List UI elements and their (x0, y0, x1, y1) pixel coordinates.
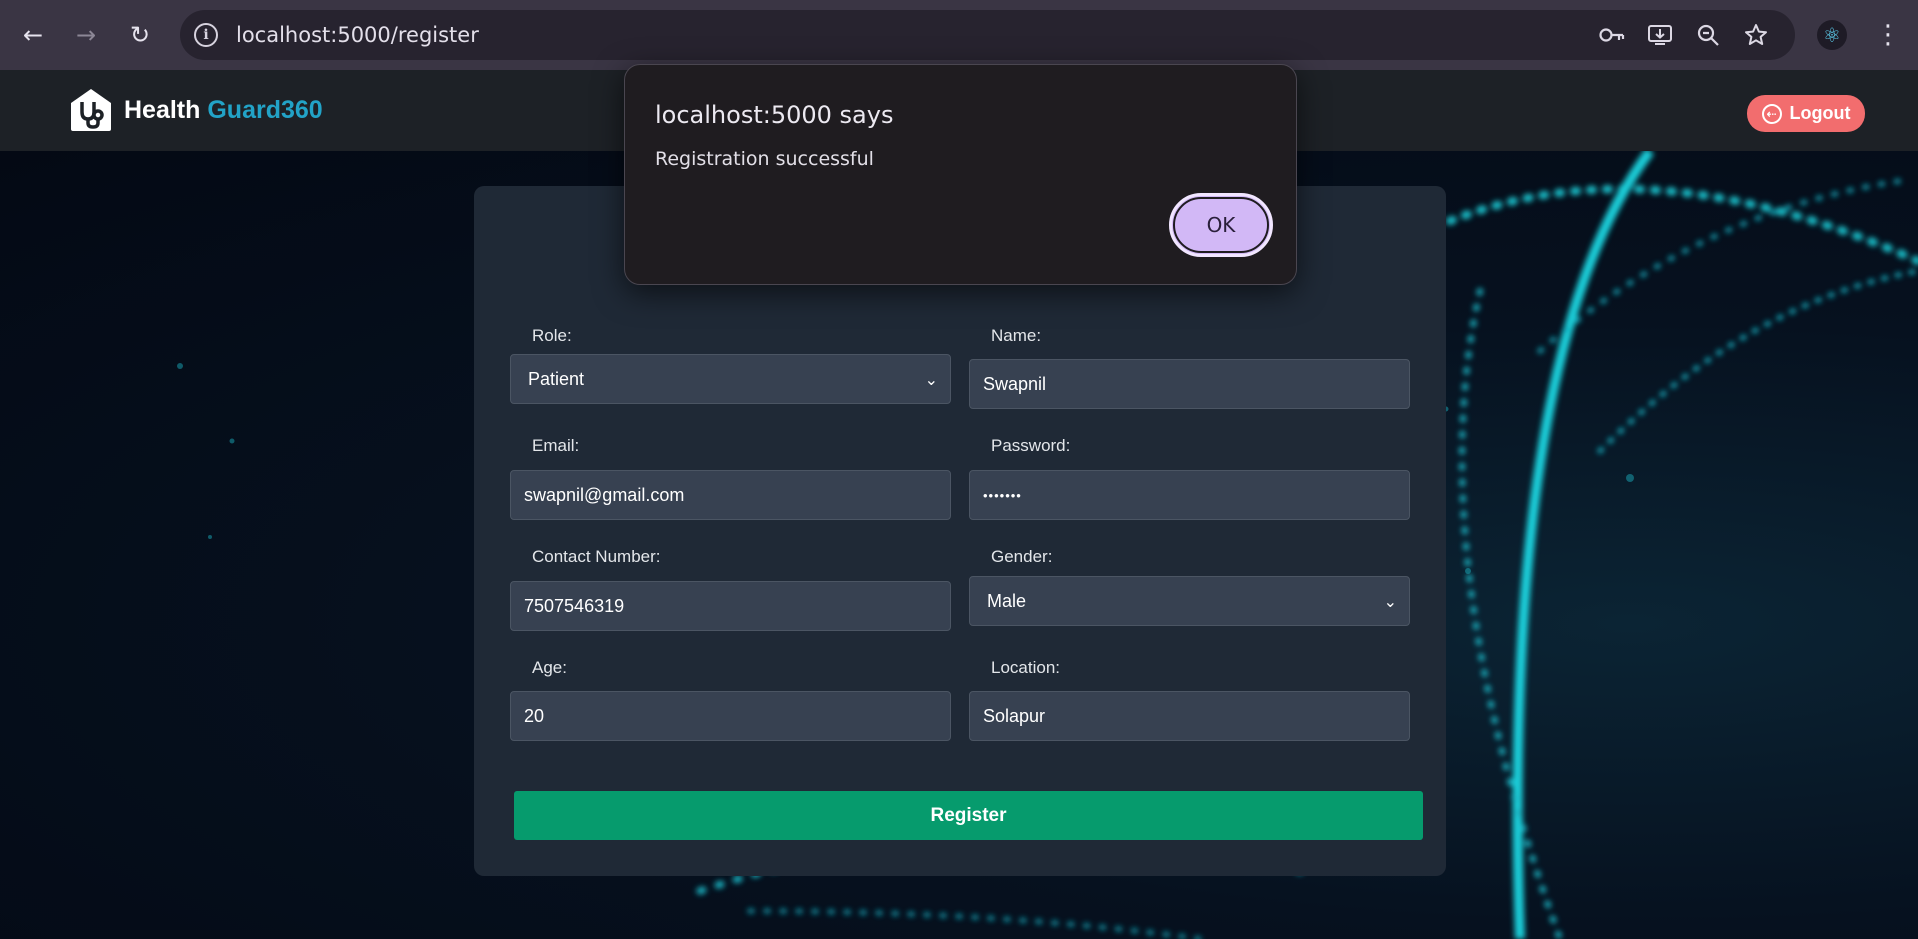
password-input[interactable]: ••••••• (969, 470, 1410, 520)
reload-icon[interactable]: ↻ (122, 17, 158, 53)
email-input[interactable]: swapnil@gmail.com (510, 470, 951, 520)
url-text[interactable]: localhost:5000/register (236, 23, 479, 47)
brand-name[interactable]: Health Guard360 (124, 96, 323, 125)
contact-number-input[interactable]: 7507546319 (510, 581, 951, 631)
react-devtools-extension-icon[interactable]: ⚛ (1817, 20, 1847, 50)
register-button[interactable]: Register (514, 791, 1423, 840)
location-input[interactable]: Solapur (969, 691, 1410, 741)
zoom-icon[interactable] (1694, 21, 1722, 49)
gender-label: Gender: (991, 547, 1053, 566)
ok-button[interactable]: OK (1169, 193, 1273, 257)
stethoscope-logo-icon (70, 88, 112, 132)
gender-value: Male (987, 590, 1027, 611)
role-select[interactable]: Patient ⌄ (510, 354, 951, 404)
dialog-title: localhost:5000 says (655, 101, 894, 129)
role-label: Role: (532, 326, 572, 345)
chevron-down-icon: ⌄ (924, 370, 938, 389)
gender-select[interactable]: Male ⌄ (969, 576, 1410, 626)
site-info-icon[interactable]: i (194, 23, 218, 47)
logout-button[interactable]: ⇠ Logout (1747, 95, 1865, 132)
back-icon[interactable]: ← (15, 17, 51, 53)
contact-number-label: Contact Number: (532, 547, 661, 566)
chevron-down-icon: ⌄ (1383, 592, 1397, 611)
password-label: Password: (991, 436, 1071, 455)
location-label: Location: (991, 658, 1060, 677)
dialog-message: Registration successful (655, 148, 874, 170)
registration-card (474, 186, 1446, 876)
browser-menu-icon[interactable]: ⋮ (1873, 17, 1903, 53)
address-bar[interactable]: i localhost:5000/register (180, 10, 1795, 60)
browser-toolbar: ← → ↻ i localhost:5000/register ⚛ ⋮ (0, 0, 1918, 70)
password-key-icon[interactable] (1598, 21, 1626, 49)
age-label: Age: (532, 658, 567, 677)
brand-part-guard360: Guard360 (207, 96, 323, 124)
install-app-icon[interactable] (1646, 21, 1674, 49)
alert-dialog: localhost:5000 says Registration success… (624, 64, 1297, 285)
role-value: Patient (528, 368, 585, 389)
name-label: Name: (991, 326, 1042, 345)
bookmark-star-icon[interactable] (1742, 21, 1770, 49)
forward-icon[interactable]: → (68, 17, 104, 53)
age-input[interactable]: 20 (510, 691, 951, 741)
email-label: Email: (532, 436, 580, 455)
name-input[interactable]: Swapnil (969, 359, 1410, 409)
brand-part-health: Health (124, 96, 201, 124)
logout-label: Logout (1789, 103, 1851, 123)
logout-icon: ⇠ (1761, 103, 1782, 124)
